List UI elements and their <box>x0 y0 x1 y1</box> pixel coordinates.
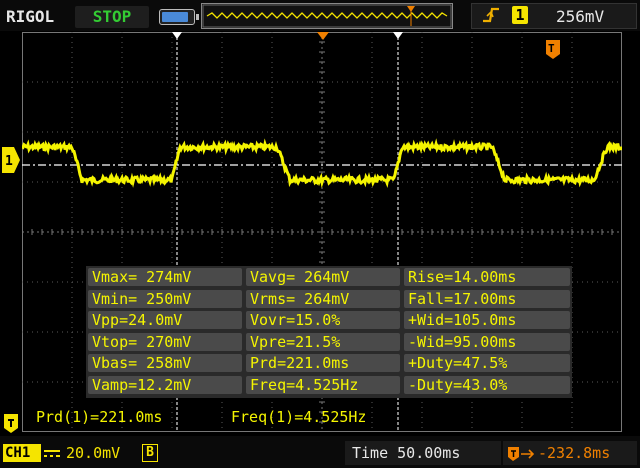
measurement-item: Vmin= 250mV <box>88 289 242 308</box>
trigger-marker-icon: T <box>546 40 560 59</box>
measurement-item: Prd=221.0ms <box>246 354 400 372</box>
measurement-item: Vavg= 264mV <box>246 268 400 286</box>
measurement-item: Fall=17.00ms <box>404 289 570 308</box>
trigger-position-icon <box>508 447 535 461</box>
measurement-item: Freq=4.525Hz <box>246 375 400 394</box>
trigger-level: 256mV <box>556 7 605 26</box>
cursor-marker-icon <box>393 32 403 39</box>
measurement-item: Vrms= 264mV <box>246 289 400 308</box>
measurement-item: -Duty=43.0% <box>404 375 570 394</box>
channel-ground-marker-icon: 1 <box>2 147 20 173</box>
brand-logo: RIGOL <box>6 7 55 26</box>
trigger-level-marker-icon <box>4 414 18 433</box>
measurement-item: Vovr=15.0% <box>246 311 400 329</box>
memory-overview-wave <box>202 4 452 28</box>
frequency-readout: Freq(1)=4.525Hz <box>231 408 367 426</box>
timebase[interactable]: Time 50.00ms <box>352 444 460 462</box>
coupling-icon <box>44 450 60 457</box>
measurement-item: Vpre=21.5% <box>246 332 400 351</box>
measurement-table: Vmax= 274mV Vavg= 264mV Rise=14.00ms Vmin= … <box>88 268 572 396</box>
battery-icon <box>159 9 199 25</box>
rising-edge-icon <box>481 6 501 29</box>
cursor-marker-icon <box>172 32 182 39</box>
trigger-source-badge: 1 <box>512 6 528 24</box>
period-readout: Prd(1)=221.0ms <box>36 408 163 426</box>
trigger-position-marker-icon <box>317 32 329 40</box>
svg-text:T: T <box>548 42 555 55</box>
trigger-offset[interactable]: -232.8ms <box>538 444 610 462</box>
measurement-item: Vmax= 274mV <box>88 268 242 286</box>
channel-badge[interactable]: CH1 <box>3 444 41 462</box>
vertical-scale[interactable]: 20.0mV <box>66 444 120 462</box>
measurement-item: Vbas= 258mV <box>88 354 242 372</box>
measurement-item: Vpp=24.0mV <box>88 311 242 329</box>
measurement-item: Vamp=12.2mV <box>88 375 242 394</box>
measurement-item: +Wid=105.0ms <box>404 311 570 329</box>
measurement-item: Vtop= 270mV <box>88 332 242 351</box>
measurement-item: +Duty=47.5% <box>404 354 570 372</box>
svg-text:1: 1 <box>5 154 13 169</box>
run-stop-status[interactable]: STOP <box>75 6 149 28</box>
measurement-item: -Wid=95.00ms <box>404 332 570 351</box>
memory-overview[interactable] <box>201 3 453 29</box>
measurement-item: Rise=14.00ms <box>404 268 570 286</box>
bandwidth-limit-icon: B <box>142 444 158 462</box>
